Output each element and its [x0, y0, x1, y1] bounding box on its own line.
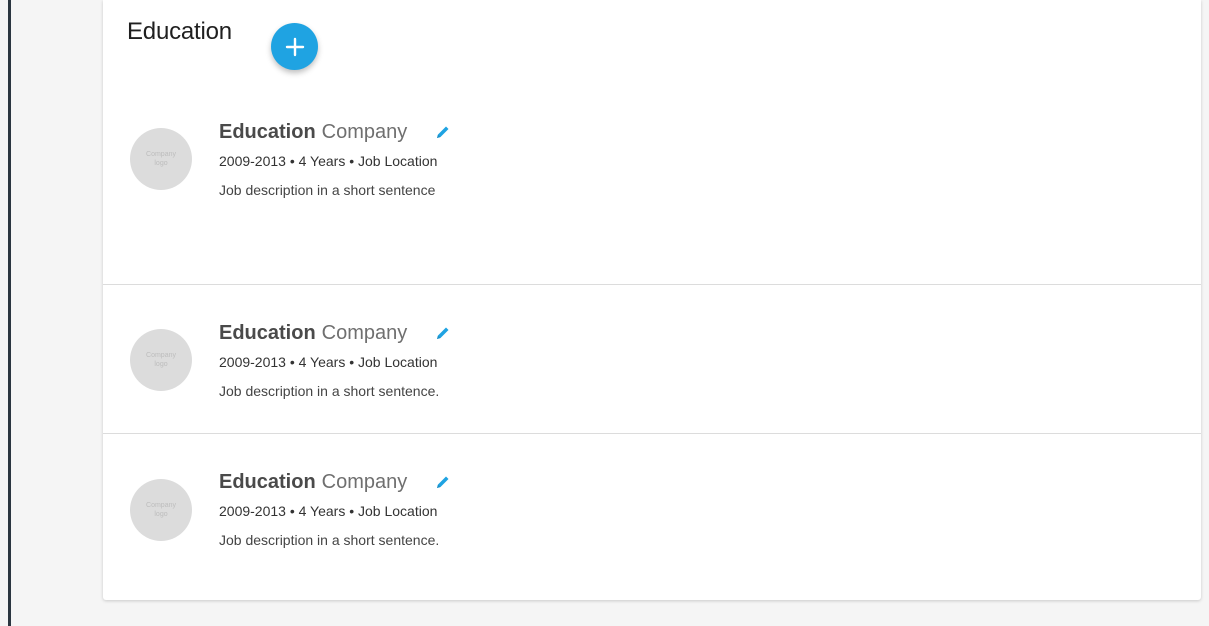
- entry-title-row: Education Company: [219, 320, 451, 346]
- education-entry: Company logo Education Company 2009-2013…: [103, 284, 1201, 433]
- section-header: Education: [127, 18, 232, 46]
- company-logo-placeholder: Company logo: [130, 479, 192, 541]
- add-education-button[interactable]: [271, 23, 318, 70]
- entry-title: Education: [219, 321, 316, 344]
- entry-company: Company: [321, 321, 408, 344]
- education-entry: Company logo Education Company 2009-2013…: [103, 433, 1201, 601]
- company-logo-text: Company logo: [146, 352, 176, 368]
- pencil-icon[interactable]: [435, 474, 451, 490]
- entry-info: Education Company 2009-2013 • 4 Years • …: [219, 320, 451, 399]
- company-logo-placeholder: Company logo: [130, 128, 192, 190]
- entry-meta: 2009-2013 • 4 Years • Job Location: [219, 354, 438, 370]
- pencil-icon[interactable]: [435, 325, 451, 341]
- section-title: Education: [127, 18, 232, 45]
- education-card: Education Company logo Education Company: [103, 0, 1201, 600]
- entry-title-row: Education Company: [219, 119, 451, 145]
- entry-title: Education: [219, 470, 316, 493]
- entry-info: Education Company 2009-2013 • 4 Years • …: [219, 119, 451, 198]
- entry-info: Education Company 2009-2013 • 4 Years • …: [219, 469, 451, 548]
- entry-title-row: Education Company: [219, 469, 451, 495]
- entry-company: Company: [321, 120, 408, 143]
- entry-company: Company: [321, 470, 408, 493]
- company-logo-text: Company logo: [146, 151, 176, 167]
- plus-icon: [285, 37, 304, 56]
- entry-meta: 2009-2013 • 4 Years • Job Location: [219, 503, 438, 519]
- education-entry: Company logo Education Company 2009-2013…: [103, 100, 1201, 283]
- entry-description: Job description in a short sentence.: [219, 383, 440, 399]
- pencil-icon[interactable]: [435, 124, 451, 140]
- left-border-rule: [8, 0, 11, 626]
- company-logo-placeholder: Company logo: [130, 329, 192, 391]
- entry-description: Job description in a short sentence: [219, 182, 436, 198]
- entry-description: Job description in a short sentence.: [219, 532, 440, 548]
- company-logo-text: Company logo: [146, 502, 176, 518]
- entry-title: Education: [219, 120, 316, 143]
- entry-meta: 2009-2013 • 4 Years • Job Location: [219, 153, 438, 169]
